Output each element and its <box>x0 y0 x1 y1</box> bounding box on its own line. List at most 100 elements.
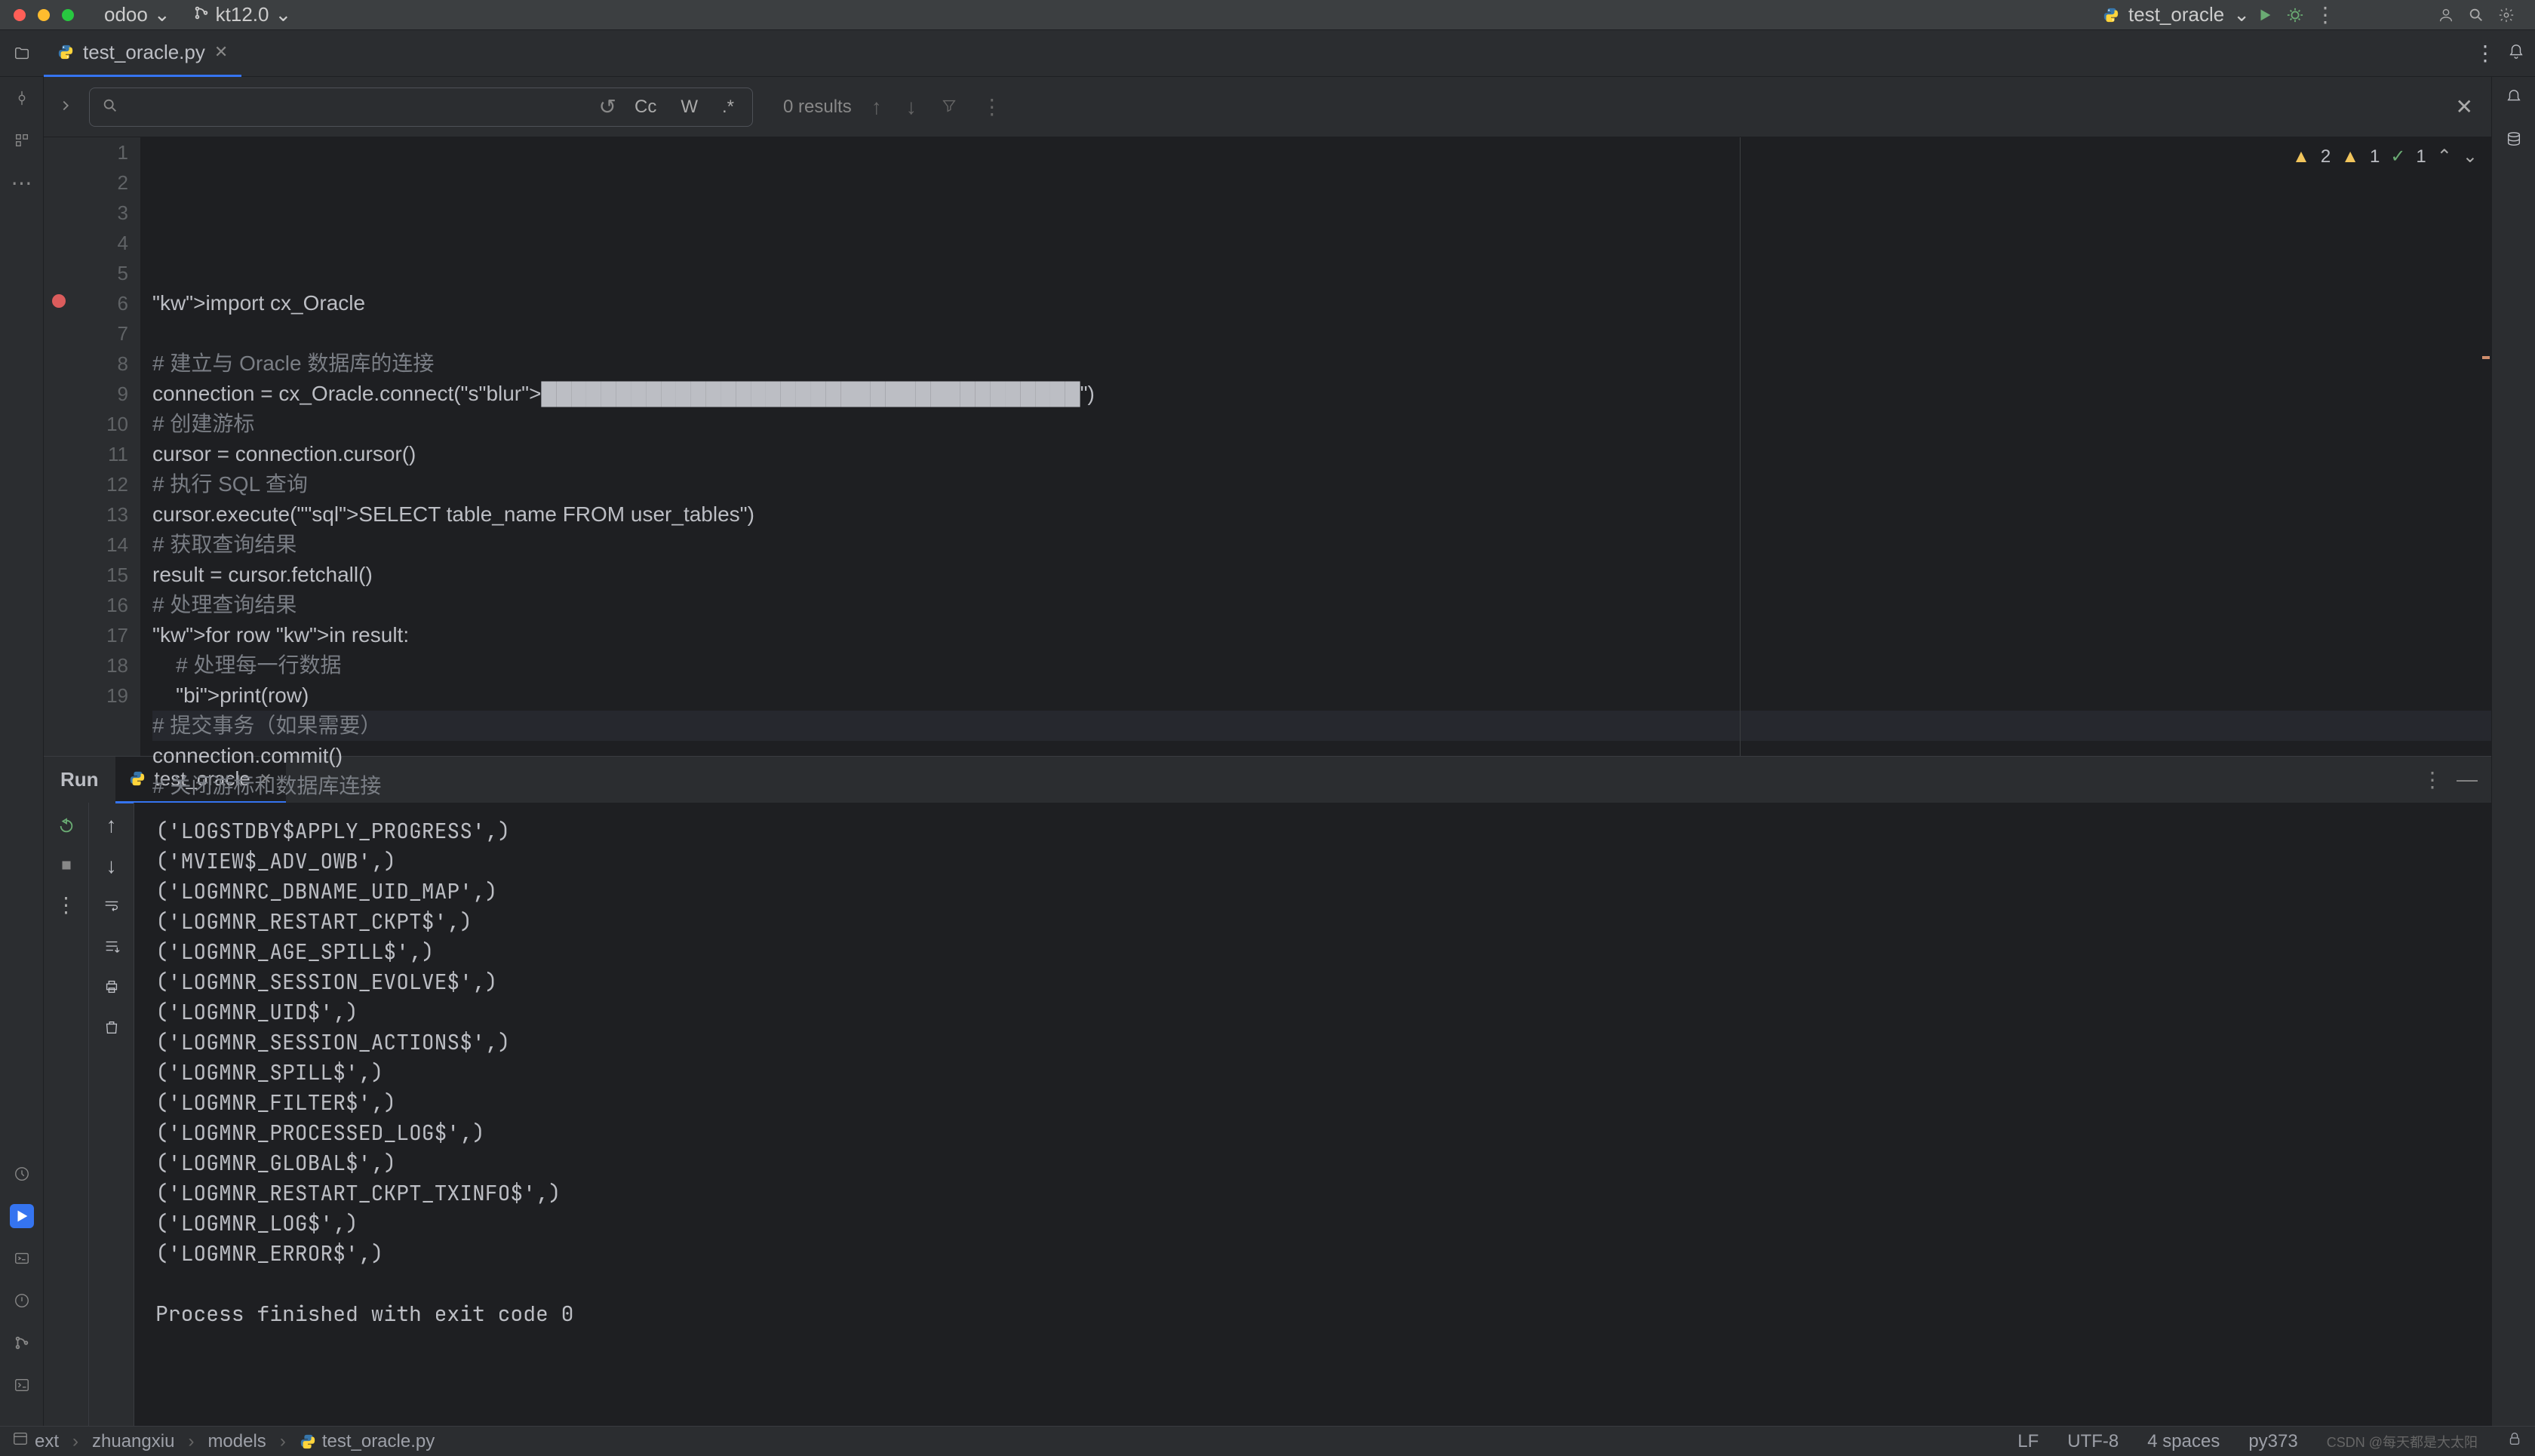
inspection-widget[interactable]: ▲2 ▲1 ✓1 ⌃ ⌄ <box>2292 142 2478 172</box>
chevron-down-icon: ⌄ <box>275 3 291 26</box>
run-config-name: test_oracle <box>2128 3 2224 26</box>
search-icon <box>102 95 118 119</box>
next-match-icon[interactable]: ↓ <box>902 91 921 124</box>
indent-setting[interactable]: 4 spaces <box>2147 1431 2220 1452</box>
code-editor[interactable]: 12345678910111213141516171819 ▲2 ▲1 ✓1 ⌃… <box>44 137 2491 756</box>
services-tool-icon[interactable] <box>10 1162 34 1186</box>
run-tool-icon[interactable] <box>10 1204 34 1228</box>
python-icon <box>300 1433 316 1450</box>
breadcrumb[interactable]: ext <box>35 1431 59 1452</box>
run-button[interactable] <box>2250 0 2280 30</box>
close-window[interactable] <box>14 9 26 21</box>
breadcrumb[interactable]: models <box>207 1431 266 1452</box>
next-problem-icon[interactable]: ⌄ <box>2463 142 2478 172</box>
python-console-icon[interactable] <box>10 1246 34 1270</box>
code-area[interactable]: ▲2 ▲1 ✓1 ⌃ ⌄ "kw">import cx_Oracle# 建立与 … <box>140 137 2491 756</box>
find-bar: ↺ Cc W .* 0 results ↑ ↓ ⋮ ✕ <box>44 77 2491 137</box>
clear-icon[interactable] <box>103 1017 120 1041</box>
run-output[interactable]: ('LOGSTDBY$APPLY_PROGRESS',) ('MVIEW$_AD… <box>134 803 2491 1426</box>
weak-warning-icon: ▲ <box>2341 142 2359 172</box>
python-icon <box>129 770 146 787</box>
breadcrumb[interactable]: zhuangxiu <box>92 1431 174 1452</box>
prev-problem-icon[interactable]: ⌃ <box>2437 142 2452 172</box>
branch-icon <box>193 3 210 26</box>
settings-icon[interactable] <box>2491 0 2521 30</box>
database-tool-icon[interactable] <box>2506 128 2522 152</box>
chevron-down-icon: ⌄ <box>2233 3 2250 26</box>
scroll-marker <box>2482 356 2490 359</box>
titlebar: odoo ⌄ kt12.0 ⌄ test_oracle ⌄ ⋮ <box>0 0 2535 30</box>
notifications-icon[interactable] <box>2508 41 2524 66</box>
warning-icon: ▲ <box>2292 142 2310 172</box>
status-bar: ext › zhuangxiu › models › test_oracle.p… <box>0 1426 2535 1456</box>
account-icon[interactable] <box>2431 0 2461 30</box>
scroll-down-icon[interactable]: ↓ <box>106 854 117 878</box>
breadcrumb-separator: › <box>72 1431 78 1452</box>
notifications-tool-icon[interactable] <box>2506 86 2522 110</box>
commit-tool-icon[interactable] <box>10 86 34 110</box>
scroll-up-icon[interactable]: ↑ <box>106 813 117 837</box>
branch-name: kt12.0 <box>216 3 269 26</box>
terminal-tool-icon[interactable] <box>10 1373 34 1397</box>
close-tab-icon[interactable]: ✕ <box>214 42 228 62</box>
structure-tool-icon[interactable] <box>10 128 34 152</box>
vcs-branch-selector[interactable]: kt12.0 ⌄ <box>193 3 292 26</box>
run-tool-label[interactable]: Run <box>44 768 115 791</box>
run-toolbar: ⋮ <box>44 803 89 1426</box>
problems-tool-icon[interactable] <box>10 1289 34 1313</box>
debug-button[interactable] <box>2280 0 2310 30</box>
run-panel: ⋮ ↑ ↓ <box>44 803 2491 1426</box>
run-config-selector[interactable]: test_oracle ⌄ <box>2103 3 2250 26</box>
project-tool-button[interactable] <box>0 45 44 62</box>
editor-tabbar: test_oracle.py ✕ ⋮ <box>0 30 2535 77</box>
chevron-down-icon: ⌄ <box>154 3 171 26</box>
minimize-window[interactable] <box>38 9 50 21</box>
typo-icon: ✓ <box>2390 142 2405 172</box>
regex-toggle[interactable]: .* <box>716 94 740 121</box>
prev-match-icon[interactable]: ↑ <box>867 91 886 124</box>
file-tab[interactable]: test_oracle.py ✕ <box>44 30 241 77</box>
run-more-icon[interactable]: ⋮ <box>54 892 79 917</box>
line-number-gutter: 12345678910111213141516171819 <box>74 137 140 756</box>
soft-wrap-icon[interactable] <box>103 895 120 919</box>
expand-replace-icon[interactable] <box>57 95 74 119</box>
file-encoding[interactable]: UTF-8 <box>2067 1431 2119 1452</box>
find-input-container: ↺ Cc W .* <box>89 88 753 127</box>
breadcrumb-separator: › <box>188 1431 194 1452</box>
line-ending[interactable]: LF <box>2017 1431 2039 1452</box>
scroll-to-end-icon[interactable] <box>103 935 120 960</box>
find-more-icon[interactable]: ⋮ <box>977 90 1007 124</box>
tool-window-icon[interactable] <box>12 1430 29 1452</box>
close-find-icon[interactable]: ✕ <box>2451 90 2478 124</box>
vcs-tool-icon[interactable] <box>10 1331 34 1355</box>
python-icon <box>57 44 74 60</box>
more-tool-icon[interactable]: ⋯ <box>10 170 34 195</box>
python-icon <box>2103 7 2119 23</box>
more-icon[interactable]: ⋮ <box>2310 0 2340 30</box>
print-icon[interactable] <box>103 976 120 1000</box>
rerun-icon[interactable] <box>54 813 79 839</box>
filter-icon[interactable] <box>936 91 962 124</box>
search-icon[interactable] <box>2461 0 2491 30</box>
breadcrumb-separator: › <box>280 1431 286 1452</box>
find-input[interactable] <box>131 95 587 118</box>
watermark: CSDN @每天都是大太阳 <box>2327 1432 2478 1451</box>
file-tab-name: test_oracle.py <box>83 41 205 64</box>
breadcrumb[interactable]: test_oracle.py <box>322 1431 435 1452</box>
project-name: odoo <box>104 3 148 26</box>
stop-icon[interactable] <box>54 852 79 878</box>
history-icon[interactable]: ↺ <box>599 94 616 119</box>
window-controls <box>14 9 74 21</box>
find-results-count: 0 results <box>783 97 852 118</box>
tab-options-icon[interactable]: ⋮ <box>2475 41 2496 66</box>
left-toolbar: ⋯ <box>0 77 44 1426</box>
breakpoint-gutter[interactable] <box>44 137 74 756</box>
whole-word-toggle[interactable]: W <box>674 94 704 121</box>
zoom-window[interactable] <box>62 9 74 21</box>
run-output-toolbar: ↑ ↓ <box>89 803 134 1426</box>
right-toolbar <box>2491 77 2535 1426</box>
match-case-toggle[interactable]: Cc <box>628 94 662 121</box>
lock-icon[interactable] <box>2506 1430 2523 1452</box>
project-selector[interactable]: odoo ⌄ <box>104 3 171 26</box>
interpreter[interactable]: py373 <box>2248 1431 2297 1452</box>
